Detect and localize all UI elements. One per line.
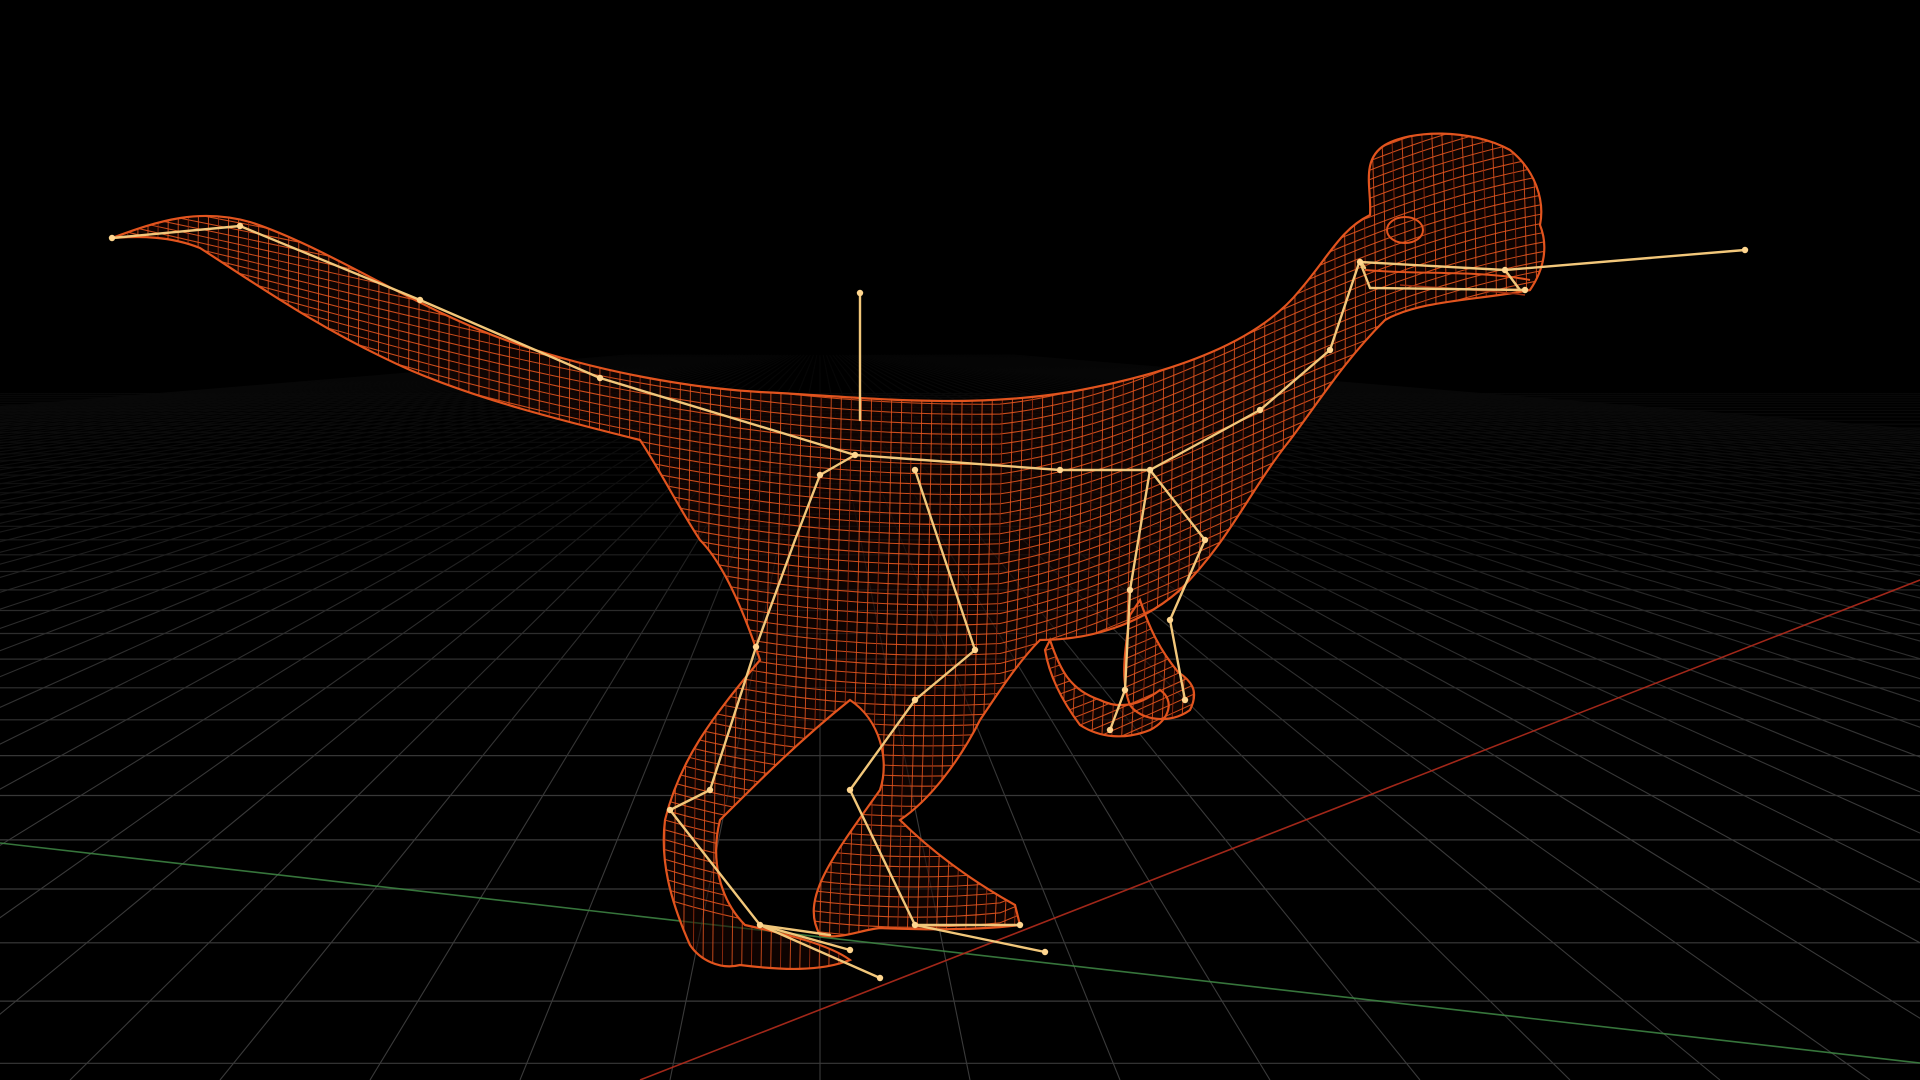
skeleton-joint[interactable] xyxy=(1521,286,1529,294)
skeleton-joint[interactable] xyxy=(1256,406,1264,414)
skeleton-joint[interactable] xyxy=(1166,616,1174,624)
skeleton-joint[interactable] xyxy=(236,222,244,230)
skeleton-joint[interactable] xyxy=(816,471,824,479)
skeleton-joint[interactable] xyxy=(1126,586,1134,594)
skeleton-joint[interactable] xyxy=(1201,536,1209,544)
skeleton-joint[interactable] xyxy=(752,643,760,651)
skeleton-joint[interactable] xyxy=(876,974,884,982)
skeleton-joint[interactable] xyxy=(856,289,864,297)
3d-viewport[interactable] xyxy=(0,0,1920,1080)
skeleton-joint[interactable] xyxy=(666,806,674,814)
skeleton-joint[interactable] xyxy=(846,946,854,954)
mesh-edge-loop xyxy=(112,133,1545,246)
skeleton-joint[interactable] xyxy=(108,234,116,242)
skeleton-joint[interactable] xyxy=(1121,686,1129,694)
skeleton-joint[interactable] xyxy=(1041,948,1049,956)
skeleton-joint[interactable] xyxy=(846,786,854,794)
skeleton-joint[interactable] xyxy=(1326,346,1334,354)
skeleton-joint[interactable] xyxy=(1741,246,1749,254)
skeleton-joint[interactable] xyxy=(706,786,714,794)
mesh-edge-loop xyxy=(112,133,1545,256)
skeleton-joint[interactable] xyxy=(1181,696,1189,704)
skeleton-joint[interactable] xyxy=(1056,466,1064,474)
skeleton-joint[interactable] xyxy=(1106,726,1114,734)
skeleton-joint[interactable] xyxy=(971,646,979,654)
skeleton-joint[interactable] xyxy=(596,374,604,382)
skeleton-joint[interactable] xyxy=(911,466,919,474)
scene-canvas[interactable] xyxy=(0,0,1920,1080)
skeleton-joint[interactable] xyxy=(911,921,919,929)
skeleton-joint[interactable] xyxy=(756,921,764,929)
skeleton-joint[interactable] xyxy=(1356,258,1364,266)
skeleton-joint[interactable] xyxy=(1016,921,1024,929)
skeleton-joint[interactable] xyxy=(911,696,919,704)
skeleton-joint[interactable] xyxy=(851,451,859,459)
skeleton-joint[interactable] xyxy=(1501,266,1509,274)
skeleton-joint[interactable] xyxy=(1146,466,1154,474)
skeleton-joint[interactable] xyxy=(416,296,424,304)
